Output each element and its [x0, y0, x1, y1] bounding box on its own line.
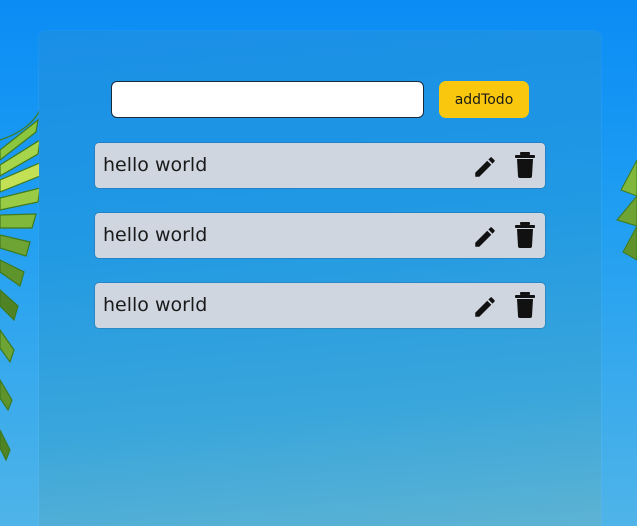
- todo-text: hello world: [103, 154, 208, 176]
- trash-icon[interactable]: [514, 222, 536, 248]
- trash-icon[interactable]: [514, 152, 536, 178]
- todo-list: hello world hello world hello world: [95, 143, 545, 353]
- pencil-icon[interactable]: [472, 154, 498, 180]
- todo-item: hello world: [95, 213, 545, 258]
- todo-item: hello world: [95, 283, 545, 328]
- todo-item: hello world: [95, 143, 545, 188]
- palm-leaf-background-right: [616, 160, 637, 261]
- trash-icon[interactable]: [514, 292, 536, 318]
- todo-text: hello world: [103, 224, 208, 246]
- add-todo-button[interactable]: addTodo: [439, 81, 529, 118]
- todo-panel: addTodo hello world hello world hello wo…: [39, 31, 601, 526]
- todo-text: hello world: [103, 294, 208, 316]
- pencil-icon[interactable]: [472, 294, 498, 320]
- pencil-icon[interactable]: [472, 224, 498, 250]
- add-todo-form: addTodo: [111, 81, 531, 119]
- todo-input[interactable]: [111, 81, 424, 118]
